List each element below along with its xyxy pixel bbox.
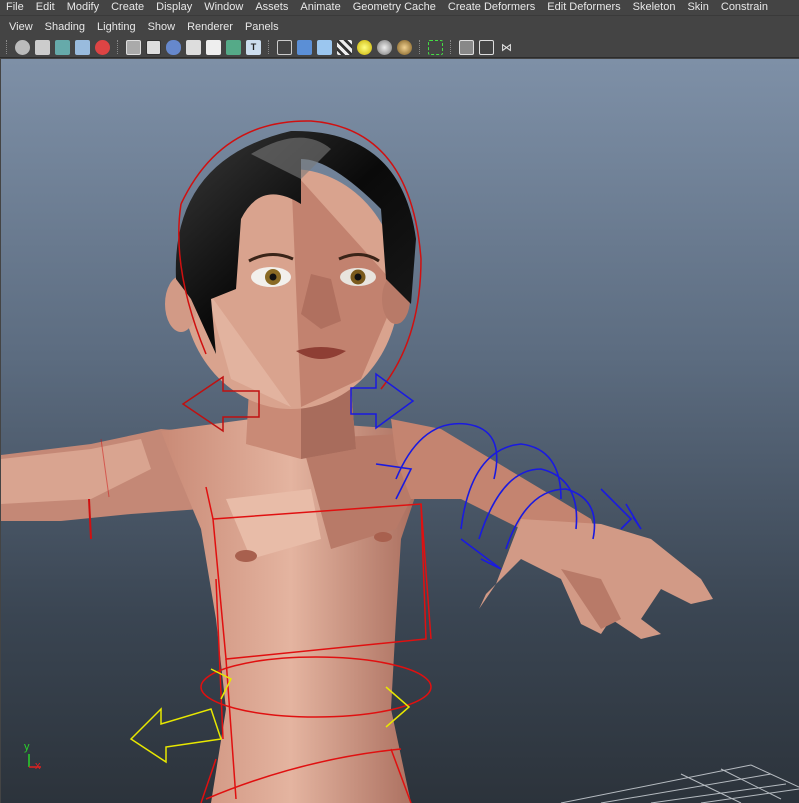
menu-skin[interactable]: Skin <box>681 0 714 15</box>
camera-attributes-icon[interactable] <box>35 39 50 55</box>
textured-icon[interactable] <box>317 39 332 55</box>
resolution-gate-icon[interactable] <box>166 39 181 55</box>
character-body <box>1 389 713 803</box>
toolbar-separator <box>268 40 271 54</box>
ambient-occlusion-icon[interactable] <box>397 39 412 55</box>
text-icon[interactable]: T <box>246 39 261 55</box>
grease-pencil-icon[interactable] <box>95 39 110 55</box>
grid-icon[interactable] <box>126 39 141 55</box>
character-head <box>165 130 416 409</box>
toolbar-separator <box>450 40 453 54</box>
panel-menu-renderer[interactable]: Renderer <box>181 16 239 38</box>
toolbar-separator <box>419 40 422 54</box>
wireframe-icon[interactable] <box>277 39 292 55</box>
menu-constrain[interactable]: Constrain <box>715 0 774 15</box>
menu-create[interactable]: Create <box>105 0 150 15</box>
panel-menu-shading[interactable]: Shading <box>39 16 91 38</box>
panel-menu-show[interactable]: Show <box>142 16 182 38</box>
menu-window[interactable]: Window <box>198 0 249 15</box>
bookmark-icon[interactable] <box>55 39 70 55</box>
film-gate-icon[interactable] <box>146 39 161 55</box>
panel-menu-panels[interactable]: Panels <box>239 16 285 38</box>
menu-file[interactable]: File <box>0 0 30 15</box>
shadow-icon[interactable] <box>377 39 392 55</box>
menu-edit[interactable]: Edit <box>30 0 61 15</box>
menu-animate[interactable]: Animate <box>294 0 346 15</box>
3d-viewport[interactable]: y x <box>1 59 799 803</box>
isolate-icon[interactable] <box>479 39 494 55</box>
hierarchy-icon[interactable]: ⋈ <box>499 40 514 55</box>
menu-skeleton[interactable]: Skeleton <box>627 0 682 15</box>
isolate-select-icon[interactable] <box>226 39 241 55</box>
menu-modify[interactable]: Modify <box>61 0 105 15</box>
smooth-shade-icon[interactable] <box>297 39 312 55</box>
main-menubar: File Edit Modify Create Display Window Assets A… <box>0 0 799 15</box>
menu-display[interactable]: Display <box>150 0 198 15</box>
toolbar-separator <box>6 40 9 54</box>
menu-geometry-cache[interactable]: Geometry Cache <box>347 0 442 15</box>
floor-grid <box>560 764 799 803</box>
menu-assets[interactable]: Assets <box>249 0 294 15</box>
menu-create-deformers[interactable]: Create Deformers <box>442 0 541 15</box>
wireframe-on-shaded-icon[interactable] <box>459 39 474 55</box>
panel-toolbar: T ⋈ <box>0 37 799 58</box>
image-plane-icon[interactable] <box>75 39 90 55</box>
panel-menu-lighting[interactable]: Lighting <box>91 16 142 38</box>
field-chart-icon[interactable] <box>206 39 221 55</box>
default-light-icon[interactable] <box>357 39 372 55</box>
toolbar-separator <box>117 40 120 54</box>
menu-edit-deformers[interactable]: Edit Deformers <box>541 0 626 15</box>
xray-icon[interactable] <box>337 39 352 55</box>
panel-menubar: View Shading Lighting Show Renderer Panels <box>0 15 799 38</box>
scene-render <box>1 120 799 803</box>
panel-menu-view[interactable]: View <box>0 16 39 38</box>
camera-icon[interactable] <box>15 39 30 55</box>
axis-y-label: y <box>24 741 30 753</box>
select-highlight-icon[interactable] <box>428 39 443 55</box>
axis-x-label: x <box>35 760 41 772</box>
safe-frame-icon[interactable] <box>186 39 201 55</box>
